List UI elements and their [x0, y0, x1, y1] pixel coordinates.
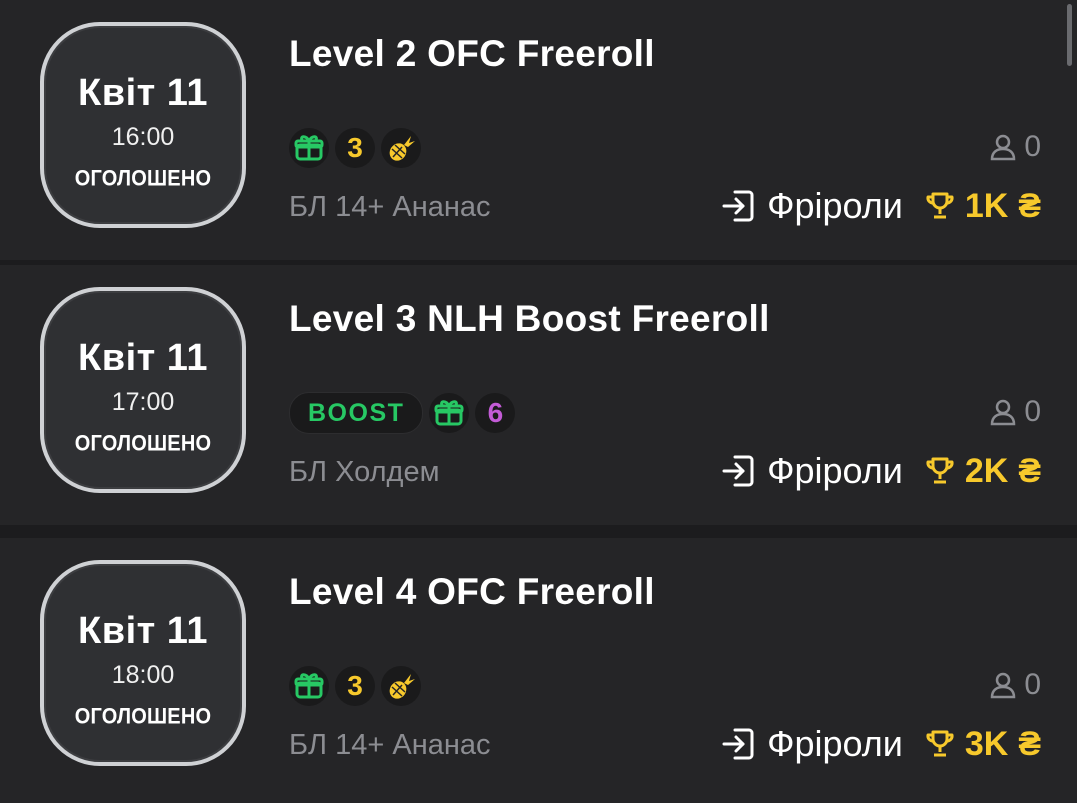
feature-badges: 3: [289, 127, 421, 169]
boost-badge: BOOST: [289, 392, 424, 434]
reward-count-badge: 3: [335, 666, 375, 706]
gift-icon: [429, 393, 470, 433]
enter-icon: [722, 190, 754, 222]
trophy-icon: [926, 730, 954, 757]
entry-info: Фріроли 2K ₴: [721, 447, 1041, 495]
prize-pool: 2K ₴: [925, 452, 1041, 491]
game-type: БЛ Холдем: [289, 456, 440, 488]
feature-badges: 3: [289, 665, 421, 707]
enter-icon: [722, 455, 754, 487]
prize-pool: 1K ₴: [925, 187, 1041, 226]
user-icon: [991, 399, 1016, 426]
tournament-list: Квіт 11 16:00 ОГОЛОШЕНО Level 2 OFC Free…: [0, 0, 1077, 803]
reward-count-badge: 3: [335, 128, 375, 168]
reward-count: 3: [347, 132, 363, 163]
status-label: ОГОЛОШЕНО: [74, 166, 212, 192]
date-badge: Квіт 11 17:00 ОГОЛОШЕНО: [40, 287, 246, 493]
players-value: 0: [1024, 668, 1041, 701]
entry-info: Фріроли 1K ₴: [721, 182, 1041, 230]
entry-type-label: Фріроли: [767, 450, 903, 491]
status-label: ОГОЛОШЕНО: [74, 704, 212, 730]
gift-icon: [289, 666, 329, 706]
currency-symbol: ₴: [1018, 186, 1041, 225]
players-count: 0: [988, 130, 1041, 164]
scrollbar[interactable]: [1067, 4, 1072, 66]
feature-badges: BOOST 6: [289, 392, 516, 434]
reward-count-badge: 6: [475, 393, 516, 433]
currency-symbol: ₴: [1018, 451, 1041, 490]
players-count: 0: [988, 668, 1041, 702]
start-time: 18:00: [111, 661, 175, 689]
prize-value: 3K: [964, 724, 1009, 763]
tournament-title: Level 3 NLH Boost Freeroll: [289, 298, 770, 339]
entry-type-link[interactable]: Фріроли: [721, 450, 903, 492]
entry-type-link[interactable]: Фріроли: [721, 723, 903, 765]
date-day: Квіт 11: [78, 72, 208, 114]
start-time: 17:00: [111, 388, 175, 416]
game-type: БЛ 14+ Ананас: [289, 191, 491, 223]
entry-type-link[interactable]: Фріроли: [721, 185, 903, 227]
trophy-icon: [926, 457, 954, 484]
players-value: 0: [1024, 130, 1041, 163]
entry-info: Фріроли 3K ₴: [721, 720, 1041, 768]
date-day: Квіт 11: [78, 337, 208, 379]
date-day: Квіт 11: [78, 610, 208, 652]
reward-count: 3: [347, 670, 363, 701]
trophy-icon: [926, 192, 954, 219]
entry-type-label: Фріроли: [767, 723, 903, 764]
players-value: 0: [1024, 395, 1041, 428]
currency-symbol: ₴: [1018, 724, 1041, 763]
gift-icon: [289, 128, 329, 168]
pineapple-icon: [381, 666, 421, 706]
prize-pool: 3K ₴: [925, 725, 1041, 764]
status-label: ОГОЛОШЕНО: [74, 431, 212, 457]
game-type: БЛ 14+ Ананас: [289, 729, 491, 761]
tournament-card[interactable]: Квіт 11 18:00 ОГОЛОШЕНО Level 4 OFC Free…: [0, 538, 1077, 803]
enter-icon: [722, 728, 754, 760]
tournament-card[interactable]: Квіт 11 16:00 ОГОЛОШЕНО Level 2 OFC Free…: [0, 0, 1077, 260]
start-time: 16:00: [111, 123, 175, 151]
players-count: 0: [988, 395, 1041, 429]
reward-count: 6: [487, 397, 504, 428]
tournament-title: Level 4 OFC Freeroll: [289, 571, 655, 612]
user-icon: [991, 672, 1016, 699]
prize-value: 2K: [964, 451, 1009, 490]
pineapple-icon: [381, 128, 421, 168]
entry-type-label: Фріроли: [767, 185, 903, 226]
user-icon: [991, 134, 1016, 161]
tournament-title: Level 2 OFC Freeroll: [289, 33, 655, 74]
prize-value: 1K: [964, 186, 1009, 225]
date-badge: Квіт 11 16:00 ОГОЛОШЕНО: [40, 22, 246, 228]
tournament-card[interactable]: Квіт 11 17:00 ОГОЛОШЕНО Level 3 NLH Boos…: [0, 265, 1077, 525]
date-badge: Квіт 11 18:00 ОГОЛОШЕНО: [40, 560, 246, 766]
